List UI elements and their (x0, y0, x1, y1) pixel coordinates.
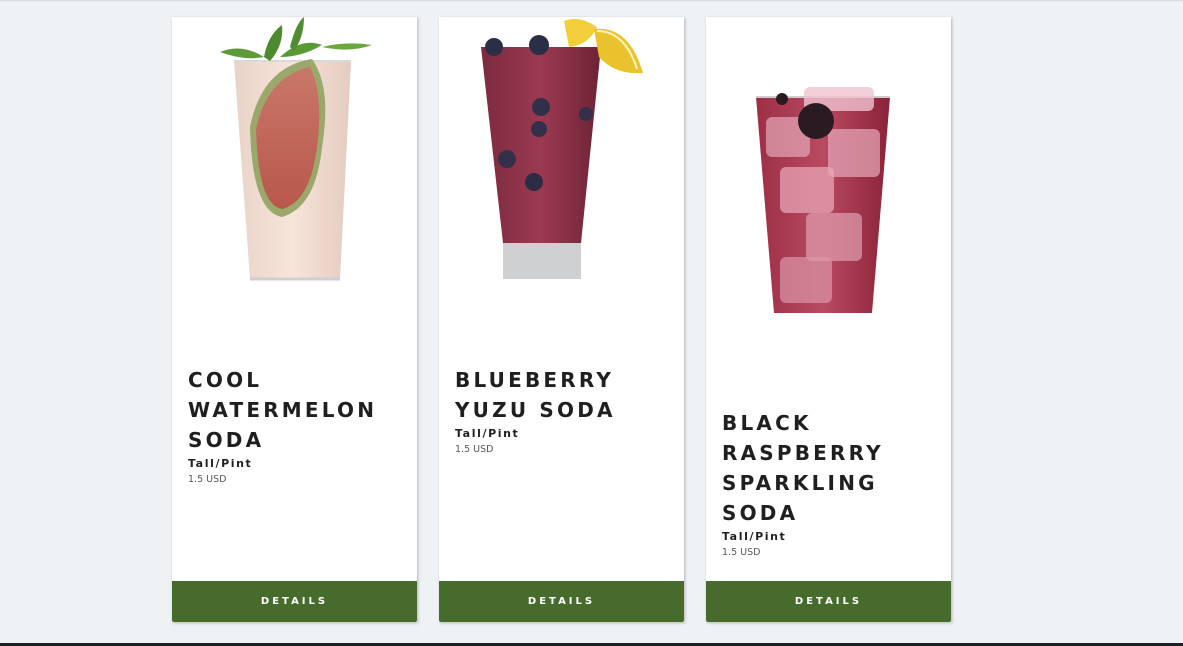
black-raspberry-soda-image[interactable] (706, 17, 951, 317)
product-size: Tall/Pint (455, 427, 520, 440)
product-card-watermelon[interactable]: COOL WATERMELON SODA Tall/Pint 1.5 USD D… (172, 17, 417, 622)
product-card-black-raspberry[interactable]: BLACK RASPBERRY SPARKLING SODA Tall/Pint… (706, 17, 951, 622)
product-size: Tall/Pint (188, 457, 253, 470)
details-button[interactable]: DETAILS (706, 581, 951, 622)
product-info: BLUEBERRY YUZU SODA Tall/Pint 1.5 USD (455, 365, 670, 456)
product-name[interactable]: BLACK RASPBERRY SPARKLING SODA (722, 408, 937, 528)
top-divider (0, 0, 1183, 1)
product-name[interactable]: COOL WATERMELON SODA (188, 365, 403, 455)
watermelon-soda-image[interactable] (172, 17, 417, 317)
product-price: 1.5 USD (722, 547, 761, 558)
product-size: Tall/Pint (722, 530, 787, 543)
blueberry-yuzu-soda-image[interactable] (439, 17, 684, 317)
product-info: COOL WATERMELON SODA Tall/Pint 1.5 USD (188, 365, 403, 486)
details-button[interactable]: DETAILS (172, 581, 417, 622)
product-info: BLACK RASPBERRY SPARKLING SODA Tall/Pint… (722, 408, 937, 559)
product-price: 1.5 USD (455, 444, 494, 455)
product-card-blueberry-yuzu[interactable]: BLUEBERRY YUZU SODA Tall/Pint 1.5 USD DE… (439, 17, 684, 622)
product-price: 1.5 USD (188, 474, 227, 485)
product-name[interactable]: BLUEBERRY YUZU SODA (455, 365, 670, 425)
details-button[interactable]: DETAILS (439, 581, 684, 622)
